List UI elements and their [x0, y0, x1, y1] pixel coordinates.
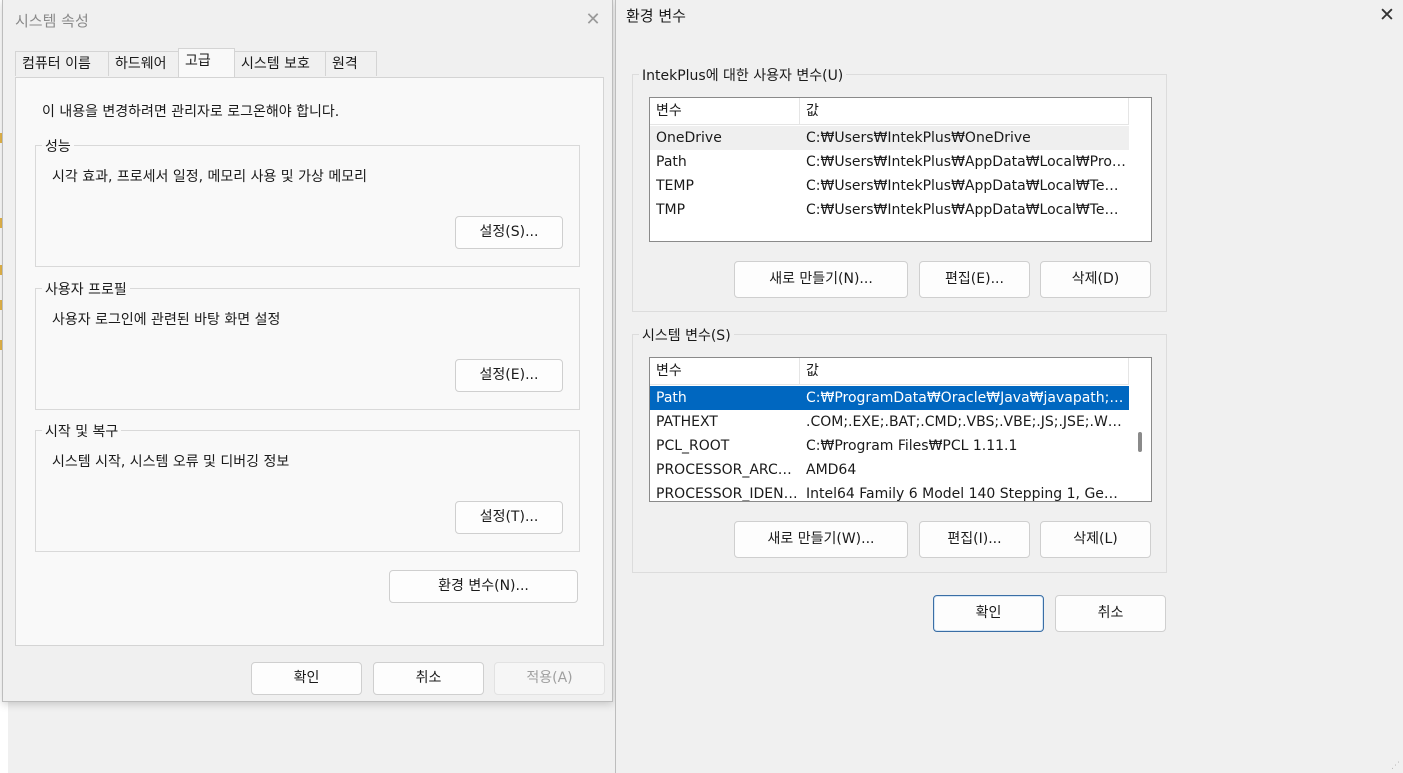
variable-value: C:₩Users₩IntekPlus₩AppData₩Local₩Progra.… [806, 154, 1126, 170]
group-description: 시스템 시작, 시스템 오류 및 디버깅 정보 [52, 454, 290, 470]
list-header: 변수 값 [650, 358, 1129, 385]
user-profile-settings-button[interactable]: 설정(E)... [455, 359, 563, 392]
variable-value: C:₩ProgramData₩Oracle₩Java₩javapath;C:₩.… [806, 390, 1126, 406]
close-icon[interactable]: ✕ [583, 10, 603, 30]
environment-variables-window: 환경 변수 ✕ IntekPlus에 대한 사용자 변수(U) 변수 값 One… [615, 0, 1403, 773]
tab-system-protection[interactable]: 시스템 보호 [234, 51, 326, 76]
list-item-selected[interactable]: Path C:₩ProgramData₩Oracle₩Java₩javapath… [650, 386, 1129, 410]
list-item[interactable]: PCL_ROOT C:₩Program Files₩PCL 1.11.1 [650, 434, 1129, 458]
list-item[interactable]: Path C:₩Users₩IntekPlus₩AppData₩Local₩Pr… [650, 150, 1129, 174]
group-label: 시작 및 복구 [42, 421, 122, 441]
list-item[interactable]: PROCESSOR_ARCH... AMD64 [650, 458, 1129, 482]
admin-note: 이 내용을 변경하려면 관리자로 로그온해야 합니다. [42, 104, 340, 120]
ok-button[interactable]: 확인 [933, 595, 1044, 632]
variable-value: .COM;.EXE;.BAT;.CMD;.VBS;.VBE;.JS;.JSE;.… [806, 414, 1126, 430]
column-header-variable[interactable]: 변수 [650, 98, 800, 124]
variable-name: Path [656, 154, 687, 170]
list-item[interactable]: PATHEXT .COM;.EXE;.BAT;.CMD;.VBS;.VBE;.J… [650, 410, 1129, 434]
system-new-button[interactable]: 새로 만들기(W)... [734, 521, 908, 558]
user-variables-group: IntekPlus에 대한 사용자 변수(U) 변수 값 OneDrive C:… [632, 65, 1167, 312]
dialog-body: IntekPlus에 대한 사용자 변수(U) 변수 값 OneDrive C:… [616, 34, 1402, 773]
system-variables-list[interactable]: 변수 값 Path C:₩ProgramData₩Oracle₩Java₩jav… [649, 357, 1152, 502]
user-variables-list[interactable]: 변수 값 OneDrive C:₩Users₩IntekPlus₩OneDriv… [649, 97, 1152, 242]
system-edit-button[interactable]: 편집(I)... [919, 521, 1030, 558]
variable-value: C:₩Users₩IntekPlus₩OneDrive [806, 130, 1031, 146]
variable-value: AMD64 [806, 462, 857, 478]
list-header: 변수 값 [650, 98, 1129, 125]
tab-hardware[interactable]: 하드웨어 [108, 51, 179, 76]
performance-group: 성능 시각 효과, 프로세서 일정, 메모리 사용 및 가상 메모리 설정(S)… [35, 136, 580, 267]
variable-name: TMP [656, 202, 686, 218]
group-label: IntekPlus에 대한 사용자 변수(U) [639, 65, 847, 85]
user-delete-button[interactable]: 삭제(D) [1040, 261, 1151, 298]
list-item[interactable]: TEMP C:₩Users₩IntekPlus₩AppData₩Local₩Te… [650, 174, 1129, 198]
window-title: 시스템 속성 [15, 12, 89, 30]
environment-variables-button[interactable]: 환경 변수(N)... [389, 570, 578, 603]
list-item[interactable]: OneDrive C:₩Users₩IntekPlus₩OneDrive [650, 126, 1129, 150]
variable-name: PROCESSOR_IDENT... [656, 486, 798, 502]
group-description: 사용자 로그인에 관련된 바탕 화면 설정 [52, 312, 281, 328]
variable-name: PCL_ROOT [656, 438, 730, 454]
tab-advanced[interactable]: 고급 [178, 48, 235, 77]
variable-name: PATHEXT [656, 414, 718, 430]
variable-value: Intel64 Family 6 Model 140 Stepping 1, G… [806, 486, 1126, 502]
system-variables-group: 시스템 변수(S) 변수 값 Path C:₩ProgramData₩Oracl… [632, 325, 1167, 573]
vertical-scrollbar[interactable] [1129, 358, 1151, 501]
variable-name: TEMP [656, 178, 694, 194]
startup-recovery-settings-button[interactable]: 설정(T)... [455, 501, 563, 534]
tab-computer-name[interactable]: 컴퓨터 이름 [15, 51, 109, 76]
window-title: 환경 변수 [626, 7, 686, 25]
user-profile-group: 사용자 프로필 사용자 로그인에 관련된 바탕 화면 설정 설정(E)... [35, 279, 580, 410]
variable-name: OneDrive [656, 130, 722, 146]
column-header-value[interactable]: 값 [800, 98, 1129, 124]
variable-value: C:₩Users₩IntekPlus₩AppData₩Local₩Temp [806, 178, 1126, 194]
apply-button[interactable]: 적용(A) [494, 662, 605, 695]
tab-panel-advanced: 이 내용을 변경하려면 관리자로 로그온해야 합니다. 성능 시각 효과, 프로… [15, 77, 604, 646]
group-label: 시스템 변수(S) [639, 325, 734, 345]
user-new-button[interactable]: 새로 만들기(N)... [734, 261, 908, 298]
variable-value: C:₩Users₩IntekPlus₩AppData₩Local₩Temp [806, 202, 1126, 218]
system-delete-button[interactable]: 삭제(L) [1040, 521, 1151, 558]
group-label: 성능 [42, 136, 74, 156]
variable-value: C:₩Program Files₩PCL 1.11.1 [806, 438, 1018, 454]
cancel-button[interactable]: 취소 [1055, 595, 1166, 632]
startup-recovery-group: 시작 및 복구 시스템 시작, 시스템 오류 및 디버깅 정보 설정(T)... [35, 421, 580, 552]
variable-name: Path [656, 390, 687, 406]
user-edit-button[interactable]: 편집(E)... [919, 261, 1030, 298]
scrollbar-thumb[interactable] [1138, 432, 1142, 452]
group-label: 사용자 프로필 [42, 279, 130, 299]
performance-settings-button[interactable]: 설정(S)... [455, 216, 563, 249]
close-icon[interactable]: ✕ [1376, 4, 1398, 26]
list-item[interactable]: TMP C:₩Users₩IntekPlus₩AppData₩Local₩Tem… [650, 198, 1129, 222]
column-header-value[interactable]: 값 [800, 358, 1129, 384]
ok-button[interactable]: 확인 [251, 662, 362, 695]
variable-name: PROCESSOR_ARCH... [656, 462, 798, 478]
column-header-variable[interactable]: 변수 [650, 358, 800, 384]
list-item[interactable]: PROCESSOR_IDENT... Intel64 Family 6 Mode… [650, 482, 1129, 502]
system-properties-window: 시스템 속성 ✕ 컴퓨터 이름 하드웨어 고급 시스템 보호 원격 이 내용을 … [2, 0, 613, 702]
resize-grip-icon[interactable]: ⋰ [1391, 762, 1400, 771]
cancel-button[interactable]: 취소 [373, 662, 484, 695]
tab-remote[interactable]: 원격 [325, 51, 377, 76]
group-description: 시각 효과, 프로세서 일정, 메모리 사용 및 가상 메모리 [52, 169, 367, 185]
